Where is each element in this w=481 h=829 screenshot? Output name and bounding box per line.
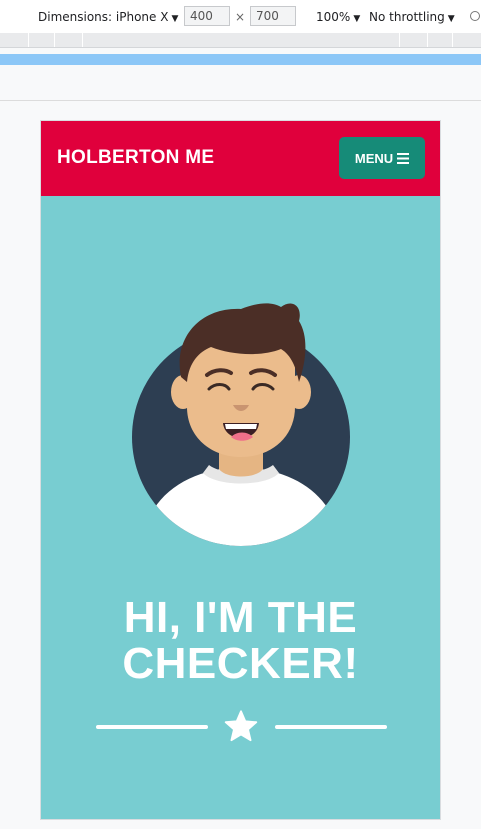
ruler-divider xyxy=(0,100,481,101)
device-viewport: HOLBERTON ME MENU HI, I'M THE CHECKER! xyxy=(40,120,441,820)
chevron-down-icon: ▼ xyxy=(171,14,179,24)
width-input[interactable] xyxy=(184,6,230,26)
media-query-tick xyxy=(54,33,55,47)
devtools-device-toolbar: Dimensions: iPhone X▼ × 100%▼ No throttl… xyxy=(0,0,481,34)
dimensions-dropdown[interactable]: Dimensions: iPhone X ▼ xyxy=(38,10,178,24)
headline-line-1: HI, I'M THE xyxy=(123,593,358,642)
height-input[interactable] xyxy=(250,6,296,26)
site-brand[interactable]: HOLBERTON ME xyxy=(57,147,214,169)
media-query-breakpoint-bar[interactable] xyxy=(0,54,481,65)
hamburger-icon xyxy=(397,152,410,164)
avatar xyxy=(132,303,350,546)
divider-line-left xyxy=(96,725,208,729)
site-header: HOLBERTON ME MENU xyxy=(41,121,440,196)
media-query-tick xyxy=(452,33,453,47)
media-query-tick xyxy=(28,33,29,47)
media-query-bar[interactable] xyxy=(0,33,481,48)
headline-line-2: CHECKER! xyxy=(122,639,359,688)
zoom-dropdown[interactable]: 100% ▼ xyxy=(316,10,360,24)
media-query-tick xyxy=(399,33,400,47)
rotate-icon[interactable] xyxy=(470,11,480,21)
dimensions-label: Dimensions: iPhone X xyxy=(38,10,169,24)
media-query-tick xyxy=(82,33,83,47)
times-symbol: × xyxy=(235,10,246,24)
menu-button[interactable]: MENU xyxy=(339,137,425,179)
divider-line-right xyxy=(275,725,387,729)
media-query-tick xyxy=(427,33,428,47)
menu-label: MENU xyxy=(354,150,394,166)
throttling-dropdown[interactable]: No throttling ▼ xyxy=(369,10,455,24)
chevron-down-icon: ▼ xyxy=(353,14,361,24)
hero-headline: HI, I'M THE CHECKER! xyxy=(41,595,440,687)
star-icon xyxy=(224,710,258,742)
zoom-label: 100% xyxy=(316,10,351,24)
throttling-label: No throttling xyxy=(369,10,445,24)
chevron-down-icon: ▼ xyxy=(447,14,455,24)
